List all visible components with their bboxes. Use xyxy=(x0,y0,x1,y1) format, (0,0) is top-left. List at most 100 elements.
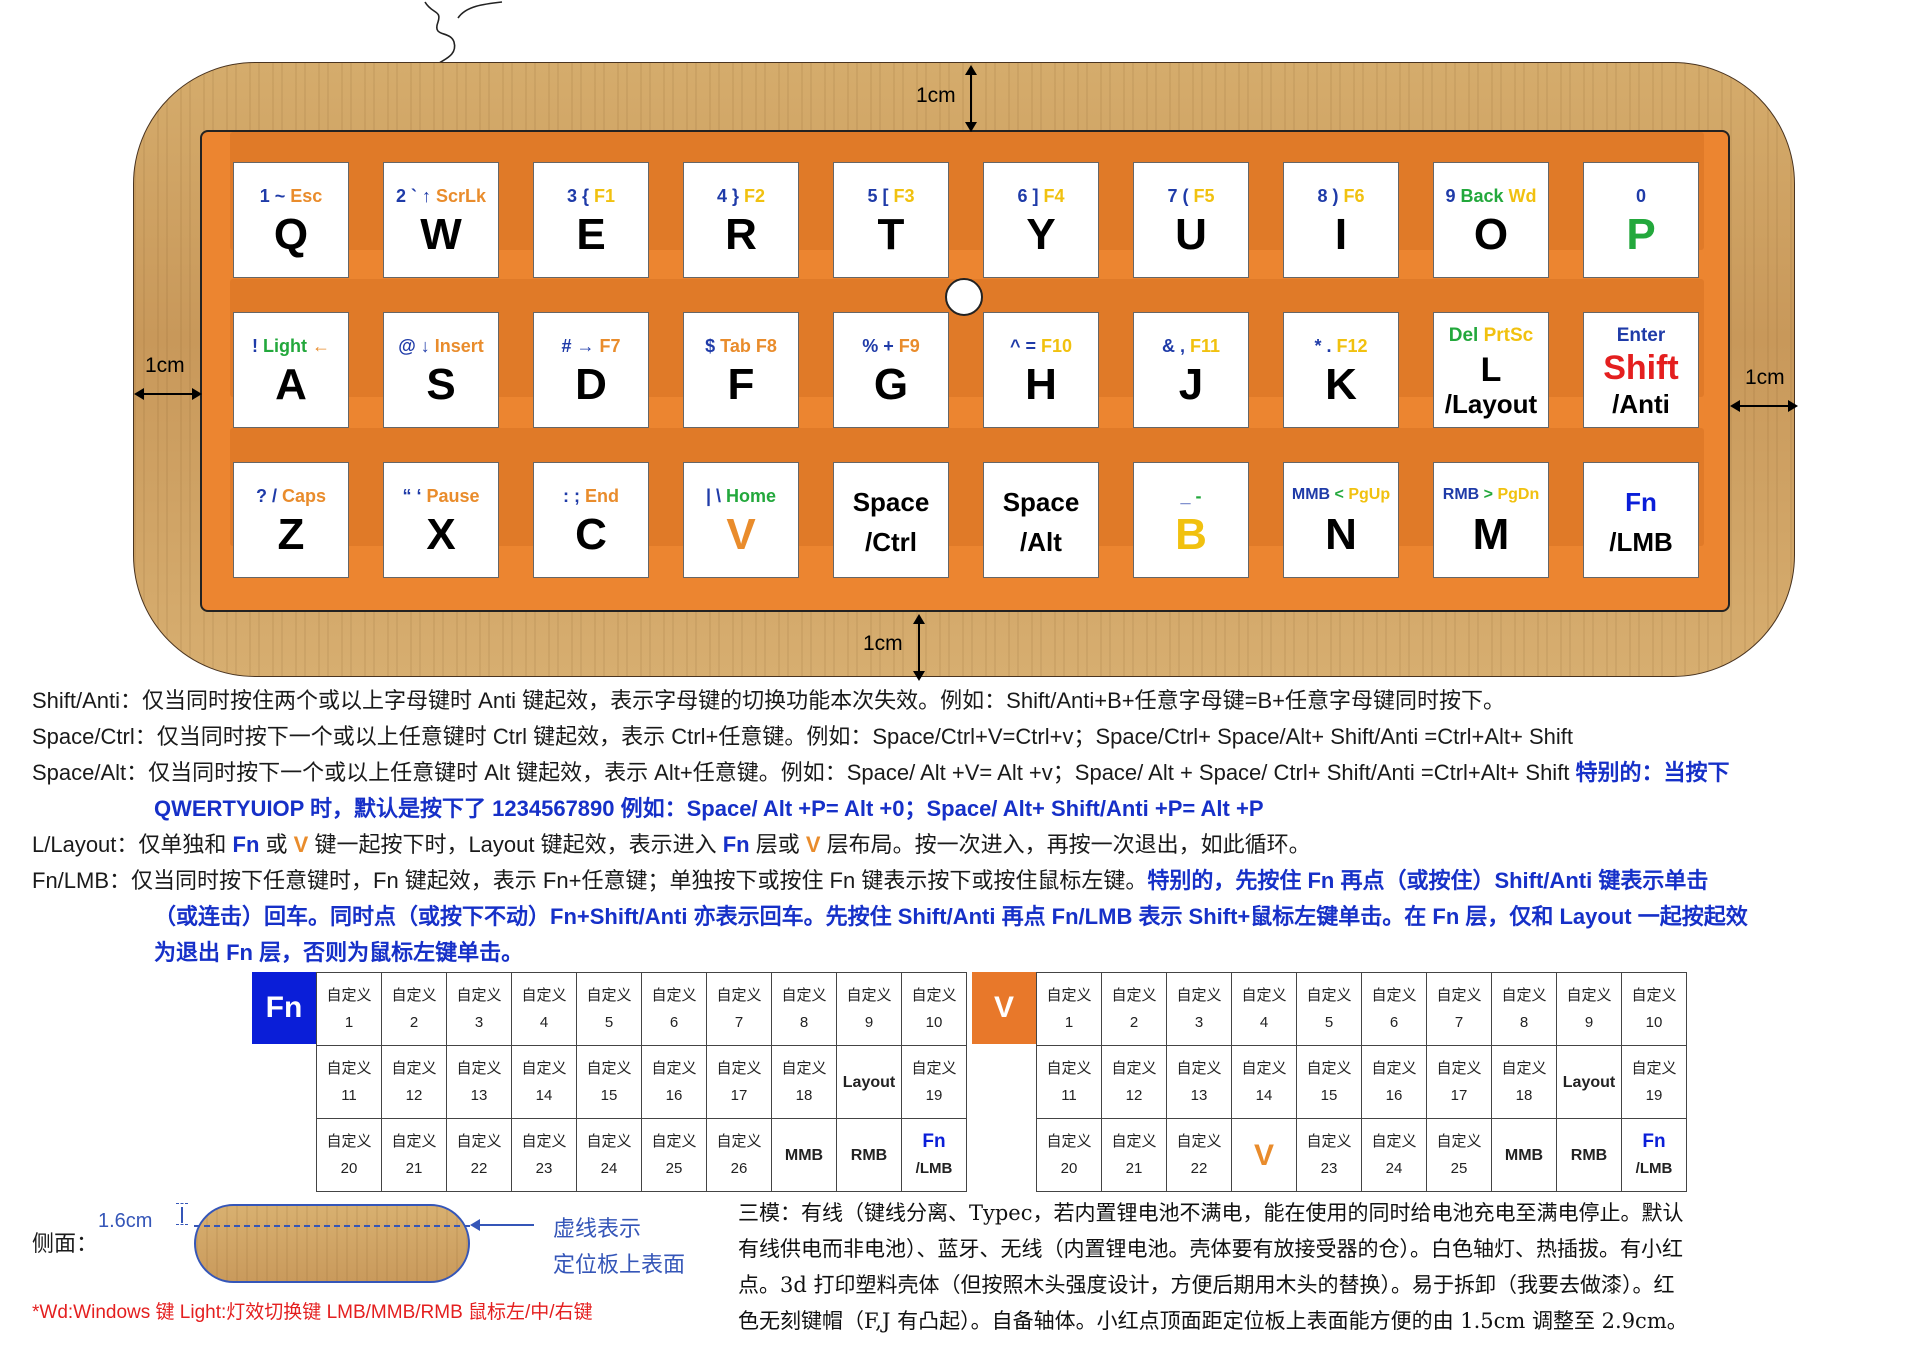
key-main-letter: T xyxy=(877,210,905,259)
key-shift[interactable]: Enter Shift/Anti xyxy=(1583,312,1699,428)
layer-cell-line: 自定义 xyxy=(1111,1060,1157,1077)
key-legend-part: F5 xyxy=(1193,186,1215,206)
key-legend-part: F3 xyxy=(893,186,915,206)
layer-cell-line: 自定义 xyxy=(1111,1133,1157,1150)
layer-cell-line: 13 xyxy=(470,1087,488,1104)
key-legend: MMB < PgUp xyxy=(1284,486,1398,504)
layer-cell-line: 自定义 xyxy=(456,1060,502,1077)
key-n[interactable]: MMB < PgUp N xyxy=(1283,462,1399,578)
layer-cell-line: 12 xyxy=(1125,1087,1143,1104)
key-b[interactable]: _ - B xyxy=(1133,462,1249,578)
layer-cell-line: 5 xyxy=(1324,1014,1334,1031)
key-legend-part: 4 } xyxy=(716,186,744,206)
layer-cell: 自定义 12 xyxy=(1101,1045,1167,1119)
legend-note: *Wd:Windows 键 Light:灯效切换键 LMB/MMB/RMB 鼠标… xyxy=(32,1302,593,1323)
key-j[interactable]: & , F11 J xyxy=(1133,312,1249,428)
key-main-letter: G xyxy=(873,360,909,409)
note-space-alt-special: 特别的：当按下 xyxy=(1575,760,1730,785)
key-k[interactable]: * . F12 K xyxy=(1283,312,1399,428)
key-legend-part: F9 xyxy=(898,336,920,356)
layer-cell: 自定义 19 xyxy=(901,1045,967,1119)
key-legend-part: _ xyxy=(1180,486,1196,506)
layer-cell: 自定义 24 xyxy=(576,1118,642,1192)
layer-cell-line: 10 xyxy=(1645,1014,1663,1031)
key-alt-alt[interactable]: Space/Alt xyxy=(983,462,1099,578)
layer-cell-line: 22 xyxy=(1190,1160,1208,1177)
key-y[interactable]: 6 ] F4 Y xyxy=(983,162,1099,278)
layer-cell-line: 1 xyxy=(344,1014,354,1031)
key-legend-part: 8 ) xyxy=(1317,186,1344,206)
key-r[interactable]: 4 } F2 R xyxy=(683,162,799,278)
layer-cell: 自定义 23 xyxy=(1296,1118,1362,1192)
key-ctrl-ctrl[interactable]: Space/Ctrl xyxy=(833,462,949,578)
key-legend: 4 } F2 xyxy=(684,186,798,207)
key-l[interactable]: Del PrtSc L/Layout xyxy=(1433,312,1549,428)
key-legend: 0 xyxy=(1584,186,1698,207)
layer-cell-line: 自定义 xyxy=(391,1133,437,1150)
layer-cell-line: 2 xyxy=(1129,1014,1139,1031)
layer-cell-line: 11 xyxy=(1061,1087,1077,1104)
key-legend-part: F7 xyxy=(599,336,621,356)
layer-cell-line: 16 xyxy=(665,1087,683,1104)
key-d[interactable]: # → F7 D xyxy=(533,312,649,428)
key-legend: : ; End xyxy=(534,486,648,507)
key-g[interactable]: % + F9 G xyxy=(833,312,949,428)
layer-cell-line: 20 xyxy=(340,1160,358,1177)
layer-cell: 自定义 26 xyxy=(706,1118,772,1192)
key-legend-part: F11 xyxy=(1189,336,1221,356)
key-h[interactable]: ^ = F10 H xyxy=(983,312,1099,428)
key-lmb[interactable]: Fn/LMB xyxy=(1583,462,1699,578)
key-w[interactable]: 2 ` ↑ ScrLk W xyxy=(383,162,499,278)
key-sub-label: /Ctrl xyxy=(865,527,917,557)
key-legend-part: - xyxy=(1195,486,1202,506)
key-u[interactable]: 7 ( F5 U xyxy=(1133,162,1249,278)
key-legend-part: # → xyxy=(561,336,600,356)
spec-line-1: 三模：有线（键线分离、Typec，若内置锂电池不满电，能在使用的同时给电池充电至… xyxy=(738,1201,1684,1225)
spec-line-2: 有线供电而非电池）、蓝牙、无线（内置锂电池。壳体要有放接受器的仓）。白色轴灯、热… xyxy=(738,1237,1683,1261)
key-o[interactable]: 9 Back Wd O xyxy=(1433,162,1549,278)
note-layout-fn: Fn xyxy=(232,832,260,857)
spec-line-4: 色无刻键帽（F,J 有凸起）。自备轴体。小红点顶面距定位板上表面能方便的由 1.… xyxy=(738,1309,1688,1333)
note-layout-v2: V xyxy=(805,832,821,857)
layer-cell: 自定义 25 xyxy=(1426,1118,1492,1192)
layer-cell-line: 10 xyxy=(925,1014,943,1031)
key-sub-label: /Layout xyxy=(1444,389,1538,419)
key-a[interactable]: ! Light ← A xyxy=(233,312,349,428)
note-layout-d: 层或 xyxy=(749,832,806,857)
key-m[interactable]: RMB > PgDn M xyxy=(1433,462,1549,578)
key-legend-part: ScrLk xyxy=(435,186,487,206)
layer-cell-line: 自定义 xyxy=(1176,1133,1222,1150)
key-e[interactable]: 3 { F1 E xyxy=(533,162,649,278)
key-legend-part: 2 ` ↑ xyxy=(395,186,436,206)
key-p[interactable]: 0P xyxy=(1583,162,1699,278)
key-legend-part: Pause xyxy=(426,486,480,506)
dim-bottom-arrow-up xyxy=(913,614,925,624)
layer-empty-cell xyxy=(972,1119,1037,1192)
layer-cell: 自定义 14 xyxy=(1231,1045,1297,1119)
layer-cell-line: 自定义 xyxy=(1306,987,1352,1004)
key-f[interactable]: $ Tab F8 F xyxy=(683,312,799,428)
key-i[interactable]: 8 ) F6 I xyxy=(1283,162,1399,278)
key-v[interactable]: | \ Home V xyxy=(683,462,799,578)
key-x[interactable]: “ ‘ Pause X xyxy=(383,462,499,578)
layer-cell-line: 6 xyxy=(1389,1014,1399,1031)
trackpoint-hole xyxy=(945,278,983,316)
layer-cell: 自定义 8 xyxy=(771,972,837,1046)
layer-cell-line: 16 xyxy=(1385,1087,1403,1104)
key-z[interactable]: ? / Caps Z xyxy=(233,462,349,578)
layer-cell-line: 自定义 xyxy=(1046,1060,1092,1077)
key-main-letter: O xyxy=(1473,210,1509,259)
dim-bottom-line xyxy=(918,621,920,677)
key-q[interactable]: 1 ~ Esc Q xyxy=(233,162,349,278)
side-pointer-arrow xyxy=(470,1219,480,1231)
key-t[interactable]: 5 [ F3 T xyxy=(833,162,949,278)
layer-cell: 自定义 25 xyxy=(641,1118,707,1192)
key-legend: $ Tab F8 xyxy=(684,336,798,357)
key-s[interactable]: @ ↓ Insert S xyxy=(383,312,499,428)
key-legend-part: Wd xyxy=(1508,186,1537,206)
layer-cell: 自定义 2 xyxy=(1101,972,1167,1046)
key-sub-label: /Alt xyxy=(1020,527,1062,557)
layer-cell-line: 自定义 xyxy=(651,987,697,1004)
key-main-letter: N xyxy=(1325,510,1357,559)
key-c[interactable]: : ; End C xyxy=(533,462,649,578)
